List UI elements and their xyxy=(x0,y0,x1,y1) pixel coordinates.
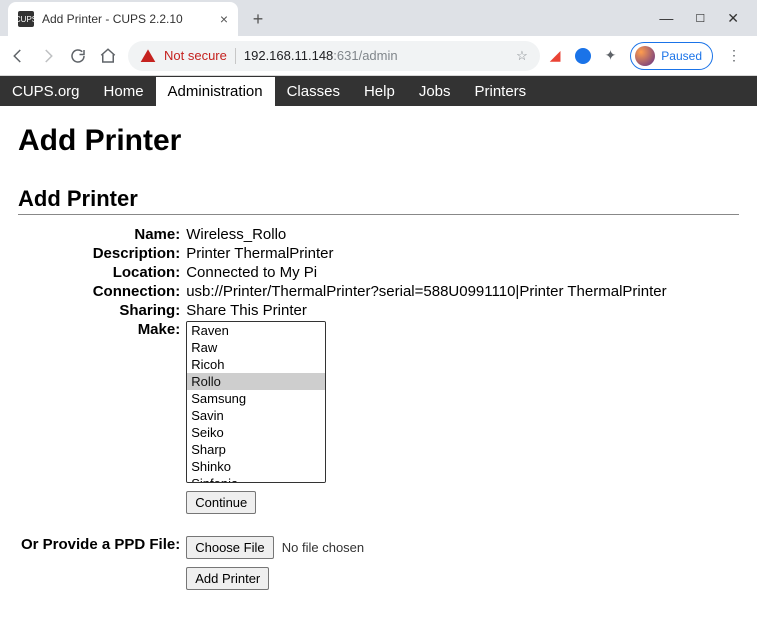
make-select[interactable]: RavenRawRicohRolloSamsungSavinSeikoSharp… xyxy=(186,321,326,483)
nav-item-help[interactable]: Help xyxy=(352,77,407,106)
value-sharing: Share This Printer xyxy=(183,301,669,320)
nav-item-cups-org[interactable]: CUPS.org xyxy=(0,77,92,106)
new-tab-button[interactable]: + xyxy=(244,5,272,33)
make-option-rollo[interactable]: Rollo xyxy=(187,373,325,390)
browser-toolbar: Not secure 192.168.11.148:631/admin ☆ ◢ … xyxy=(0,36,757,76)
reload-icon[interactable] xyxy=(68,46,88,66)
value-connection: usb://Printer/ThermalPrinter?serial=588U… xyxy=(183,282,669,301)
value-name: Wireless_Rollo xyxy=(183,225,669,244)
make-option-raven[interactable]: Raven xyxy=(187,322,325,339)
address-bar[interactable]: Not secure 192.168.11.148:631/admin ☆ xyxy=(128,41,540,71)
star-icon[interactable]: ☆ xyxy=(516,48,528,64)
avatar xyxy=(635,46,655,66)
choose-file-button[interactable]: Choose File xyxy=(186,536,273,559)
home-icon[interactable] xyxy=(98,46,118,66)
label-description: Description: xyxy=(18,244,183,263)
make-option-seiko[interactable]: Seiko xyxy=(187,424,325,441)
menu-icon[interactable]: ⋮ xyxy=(727,47,741,64)
page-title: Add Printer xyxy=(18,124,739,158)
nav-item-home[interactable]: Home xyxy=(92,77,156,106)
make-option-sharp[interactable]: Sharp xyxy=(187,441,325,458)
no-file-chosen-label: No file chosen xyxy=(282,540,364,555)
window-minimize-icon[interactable]: — xyxy=(659,10,673,26)
nav-item-printers[interactable]: Printers xyxy=(463,77,539,106)
nav-item-classes[interactable]: Classes xyxy=(275,77,352,106)
warning-icon xyxy=(140,48,156,64)
extensions-icon[interactable]: ✦ xyxy=(605,47,617,64)
profile-paused-chip[interactable]: Paused xyxy=(630,42,713,70)
make-option-sinfonia[interactable]: Sinfonia xyxy=(187,475,325,483)
value-location: Connected to My Pi xyxy=(183,263,669,282)
addr-divider xyxy=(235,48,236,64)
nav-item-jobs[interactable]: Jobs xyxy=(407,77,463,106)
label-ppd: Or Provide a PPD File: xyxy=(18,535,183,560)
tab-close-icon[interactable]: × xyxy=(220,11,228,27)
back-icon[interactable] xyxy=(8,46,28,66)
printer-form: Name: Wireless_Rollo Description: Printe… xyxy=(18,225,670,591)
make-option-samsung[interactable]: Samsung xyxy=(187,390,325,407)
make-option-ricoh[interactable]: Ricoh xyxy=(187,356,325,373)
make-option-savin[interactable]: Savin xyxy=(187,407,325,424)
forward-icon[interactable] xyxy=(38,46,58,66)
browser-titlebar: CUPS Add Printer - CUPS 2.2.10 × + — ☐ ✕ xyxy=(0,0,757,36)
continue-button[interactable]: Continue xyxy=(186,491,256,514)
not-secure-label: Not secure xyxy=(164,48,227,63)
favicon: CUPS xyxy=(18,11,34,27)
window-controls: — ☐ ✕ xyxy=(659,0,757,36)
tab-title: Add Printer - CUPS 2.2.10 xyxy=(42,12,212,26)
make-option-shinko[interactable]: Shinko xyxy=(187,458,325,475)
add-printer-button[interactable]: Add Printer xyxy=(186,567,269,590)
value-description: Printer ThermalPrinter xyxy=(183,244,669,263)
page-content: Add Printer Add Printer Name: Wireless_R… xyxy=(0,106,757,591)
label-location: Location: xyxy=(18,263,183,282)
section-heading: Add Printer xyxy=(18,186,739,215)
label-make: Make: xyxy=(18,320,183,484)
make-option-raw[interactable]: Raw xyxy=(187,339,325,356)
window-close-icon[interactable]: ✕ xyxy=(727,10,739,27)
paused-label: Paused xyxy=(661,49,702,63)
nav-item-administration[interactable]: Administration xyxy=(156,77,275,106)
url-text: 192.168.11.148:631/admin xyxy=(244,48,508,63)
label-name: Name: xyxy=(18,225,183,244)
cups-nav: CUPS.orgHomeAdministrationClassesHelpJob… xyxy=(0,76,757,106)
toolbar-actions: ◢ ✦ Paused ⋮ xyxy=(550,42,749,70)
label-connection: Connection: xyxy=(18,282,183,301)
window-maximize-icon[interactable]: ☐ xyxy=(695,12,705,25)
extension-icon-1[interactable]: ◢ xyxy=(550,47,561,64)
browser-tab[interactable]: CUPS Add Printer - CUPS 2.2.10 × xyxy=(8,2,238,36)
label-sharing: Sharing: xyxy=(18,301,183,320)
extension-icon-2[interactable] xyxy=(575,48,591,64)
